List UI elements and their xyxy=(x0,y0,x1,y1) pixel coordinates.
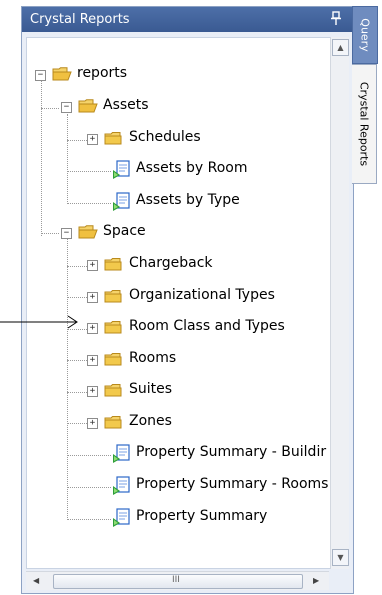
title-bar: Crystal Reports xyxy=(22,7,353,32)
tree-item-property-summary-building[interactable]: Property Summary - Buildir xyxy=(111,444,330,464)
tree-line xyxy=(67,423,87,424)
tree-item-label: Rooms xyxy=(129,350,177,366)
tree-line xyxy=(67,114,68,204)
tree-line xyxy=(67,455,111,456)
tree-item-label: reports xyxy=(77,65,128,81)
tree-item-label: Space xyxy=(103,223,146,239)
tree-item-organizational-types[interactable]: + Organizational Types xyxy=(87,287,317,307)
tree-line xyxy=(67,297,87,298)
side-tab-strip: Query Crystal Reports xyxy=(352,6,378,184)
folder-icon xyxy=(104,257,122,271)
report-icon xyxy=(111,160,131,180)
tree-item-zones[interactable]: + Zones xyxy=(87,413,247,433)
tree-item-space[interactable]: − Space xyxy=(61,223,181,243)
panel-title: Crystal Reports xyxy=(30,12,130,27)
tree-item-label: Assets by Type xyxy=(136,192,240,208)
tree-line xyxy=(67,487,111,488)
folder-icon xyxy=(104,320,122,334)
folder-icon xyxy=(104,131,122,145)
tree-line xyxy=(67,239,68,520)
folder-icon xyxy=(104,289,122,303)
tree-line xyxy=(67,140,87,141)
tree-line xyxy=(67,392,87,393)
collapse-toggle[interactable]: − xyxy=(61,228,72,239)
tree-item-rooms[interactable]: + Rooms xyxy=(87,350,247,370)
tree-item-reports[interactable]: − reports xyxy=(35,65,155,85)
scroll-thumb[interactable]: III xyxy=(53,574,303,589)
tree-item-schedules[interactable]: + Schedules xyxy=(87,129,247,149)
tree-item-label: Zones xyxy=(129,413,172,429)
tree-item-assets-by-type[interactable]: Assets by Type xyxy=(111,192,301,212)
tab-crystal-reports[interactable]: Crystal Reports xyxy=(352,64,377,184)
tree-item-label: Property Summary - Rooms xyxy=(136,476,329,492)
expand-toggle[interactable]: + xyxy=(87,355,98,366)
horizontal-scrollbar[interactable]: ◀ III ▶ xyxy=(26,571,329,590)
tree-line xyxy=(67,171,111,172)
pointer-arrow xyxy=(0,315,78,329)
tree-line xyxy=(67,519,111,520)
tree-line xyxy=(67,266,87,267)
tree-item-label: Organizational Types xyxy=(129,287,275,303)
tree-item-suites[interactable]: + Suites xyxy=(87,381,247,401)
scroll-right-arrow[interactable]: ▶ xyxy=(313,576,319,585)
tree-item-assets[interactable]: − Assets xyxy=(61,97,181,117)
tree-item-label: Assets xyxy=(103,97,149,113)
tree-item-property-summary-rooms[interactable]: Property Summary - Rooms xyxy=(111,476,330,496)
scroll-down-button[interactable]: ▼ xyxy=(332,549,349,566)
tree-item-assets-by-room[interactable]: Assets by Room xyxy=(111,160,301,180)
expand-toggle[interactable]: + xyxy=(87,418,98,429)
tree-item-room-class-and-types[interactable]: + Room Class and Types xyxy=(87,318,317,338)
folder-icon xyxy=(104,352,122,366)
report-icon xyxy=(111,444,131,464)
scroll-left-arrow[interactable]: ◀ xyxy=(33,576,39,585)
tree-line xyxy=(67,360,87,361)
collapse-toggle[interactable]: − xyxy=(61,102,72,113)
pin-icon[interactable] xyxy=(331,10,341,26)
tab-label: Query xyxy=(358,18,372,52)
vertical-scrollbar[interactable]: ▲ ▼ xyxy=(330,37,349,569)
open-folder-icon xyxy=(78,99,98,113)
tab-query[interactable]: Query xyxy=(352,6,378,64)
tree-item-label: Assets by Room xyxy=(136,160,248,176)
expand-toggle[interactable]: + xyxy=(87,323,98,334)
report-icon xyxy=(111,192,131,212)
tree-item-label: Property Summary - Buildir xyxy=(136,444,327,460)
tree-item-label: Chargeback xyxy=(129,255,213,271)
folder-icon xyxy=(104,383,122,397)
tree-line xyxy=(41,233,59,234)
report-icon xyxy=(111,508,131,528)
report-icon xyxy=(111,476,131,496)
tree-line xyxy=(41,108,59,109)
tree-line xyxy=(67,203,111,204)
tree-item-label: Room Class and Types xyxy=(129,318,285,334)
open-folder-icon xyxy=(78,225,98,239)
scroll-grip: III xyxy=(172,575,180,585)
collapse-toggle[interactable]: − xyxy=(35,70,46,81)
tree-item-label: Schedules xyxy=(129,129,201,145)
tree-item-label: Suites xyxy=(129,381,173,397)
open-folder-icon xyxy=(52,67,72,81)
report-tree: − reports − Assets + Schedules Assets by… xyxy=(26,37,331,569)
expand-toggle[interactable]: + xyxy=(87,134,98,145)
tree-item-chargeback[interactable]: + Chargeback xyxy=(87,255,287,275)
tree-item-label: Property Summary xyxy=(136,508,268,524)
scroll-up-button[interactable]: ▲ xyxy=(332,39,349,56)
tree-item-property-summary[interactable]: Property Summary xyxy=(111,508,330,528)
folder-icon xyxy=(104,415,122,429)
tab-label: Crystal Reports xyxy=(357,81,371,167)
expand-toggle[interactable]: + xyxy=(87,292,98,303)
expand-toggle[interactable]: + xyxy=(87,260,98,271)
tree-line xyxy=(41,76,42,236)
crystal-reports-panel: Crystal Reports − reports − Assets + Sch… xyxy=(21,6,354,594)
expand-toggle[interactable]: + xyxy=(87,386,98,397)
